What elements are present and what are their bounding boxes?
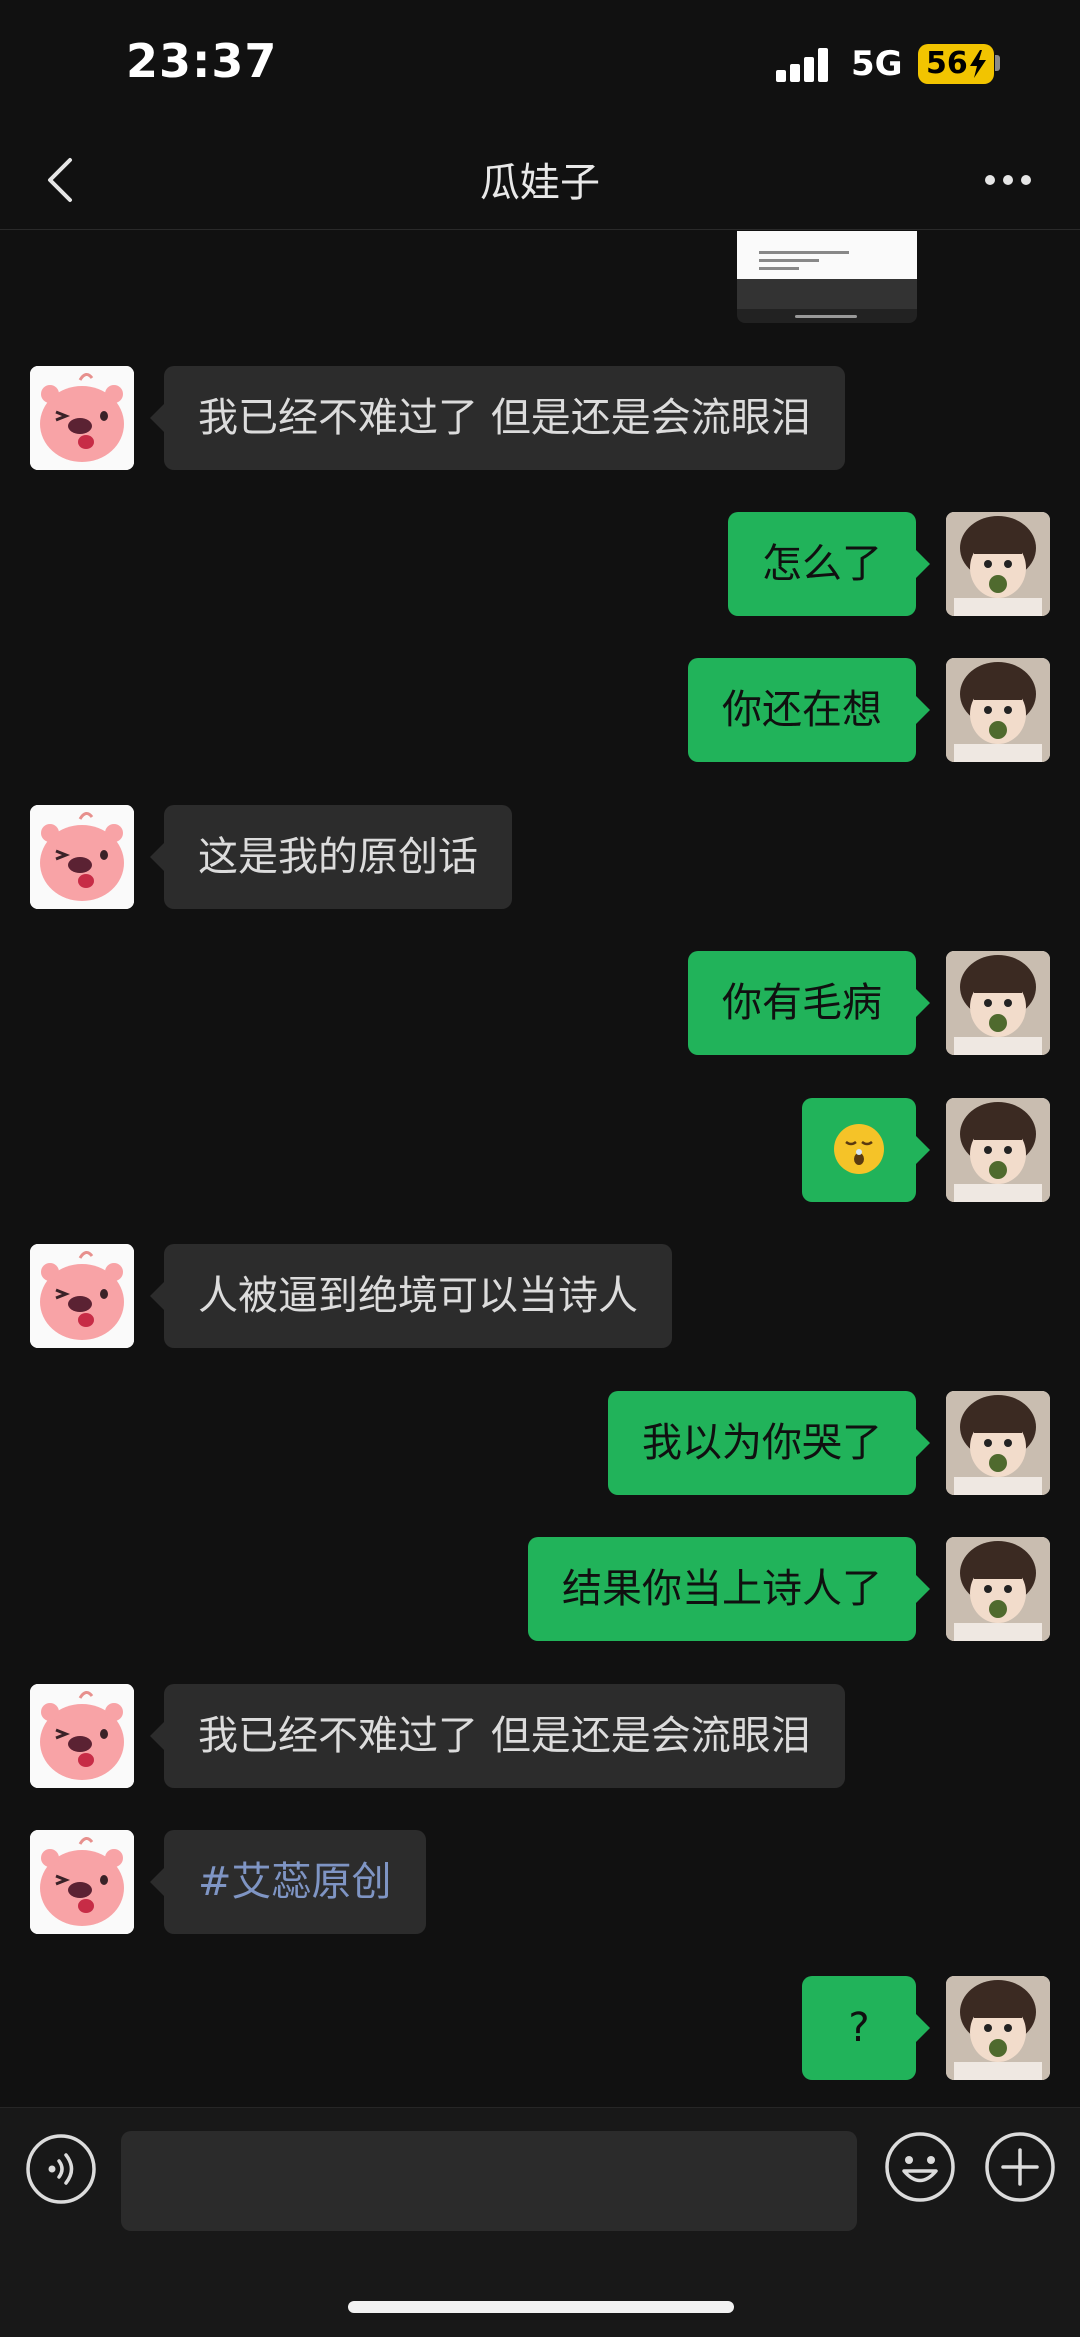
battery-level: 56	[926, 46, 968, 81]
plus-icon	[985, 2132, 1055, 2202]
nav-bar: 瓜娃子	[0, 130, 1080, 230]
emoji-button[interactable]	[883, 2130, 957, 2204]
message-row: ?	[0, 1976, 1080, 2080]
message-bubble[interactable]: 你有毛病	[688, 951, 930, 1055]
child-photo-avatar-icon	[946, 512, 1050, 616]
message-row	[0, 1098, 1080, 1202]
avatar[interactable]	[946, 1098, 1050, 1202]
avatar[interactable]	[946, 951, 1050, 1055]
message-bubble[interactable]	[802, 1098, 930, 1202]
avatar[interactable]	[946, 1976, 1050, 2080]
image-thumbnail	[737, 231, 917, 279]
signal-icon	[776, 48, 832, 82]
avatar[interactable]	[30, 1244, 134, 1348]
child-photo-avatar-icon	[946, 1391, 1050, 1495]
message-row: 你有毛病	[0, 951, 1080, 1055]
message-input[interactable]	[121, 2131, 857, 2231]
voice-button[interactable]	[24, 2132, 98, 2206]
message-row: 我已经不难过了 但是还是会流眼泪	[0, 366, 1080, 470]
chat-title: 瓜娃子	[480, 160, 600, 206]
message-row: 你还在想	[0, 658, 1080, 762]
avatar[interactable]	[30, 1684, 134, 1788]
status-bar: 23:37 5G 56	[0, 0, 1080, 130]
avatar[interactable]	[946, 512, 1050, 616]
message-bubble[interactable]: 结果你当上诗人了	[528, 1537, 930, 1641]
ellipsis-icon	[985, 175, 1031, 185]
child-photo-avatar-icon	[946, 1537, 1050, 1641]
avatar[interactable]	[30, 366, 134, 470]
charging-bolt-icon	[970, 50, 986, 78]
message-row: 这是我的原创话	[0, 805, 1080, 909]
message-bubble[interactable]: 你还在想	[688, 658, 930, 762]
pink-beaver-avatar-icon	[30, 1830, 134, 1934]
avatar[interactable]	[946, 1537, 1050, 1641]
message-bubble[interactable]: 我已经不难过了 但是还是会流眼泪	[150, 1684, 845, 1788]
avatar[interactable]	[30, 805, 134, 909]
message-bubble[interactable]: 我已经不难过了 但是还是会流眼泪	[150, 366, 845, 470]
message-row: 结果你当上诗人了	[0, 1537, 1080, 1641]
message-row: 我以为你哭了	[0, 1391, 1080, 1495]
message-list[interactable]: 我已经不难过了 但是还是会流眼泪 怎么了 你还在想 这是我的原创话 你有毛病 人…	[0, 231, 1080, 2107]
message-bubble[interactable]: 怎么了	[728, 512, 930, 616]
smiley-icon	[885, 2132, 955, 2202]
message-row: 人被逼到绝境可以当诗人	[0, 1244, 1080, 1348]
pink-beaver-avatar-icon	[30, 1244, 134, 1348]
child-photo-avatar-icon	[946, 658, 1050, 762]
child-photo-avatar-icon	[946, 951, 1050, 1055]
pink-beaver-avatar-icon	[30, 366, 134, 470]
message-bubble[interactable]: 这是我的原创话	[150, 805, 512, 909]
message-row: 怎么了	[0, 512, 1080, 616]
more-button[interactable]	[980, 160, 1040, 200]
sleepy-face-emoji-icon	[834, 1124, 884, 1174]
child-photo-avatar-icon	[946, 1098, 1050, 1202]
hashtag-message-bubble[interactable]: #艾蕊原创	[150, 1830, 426, 1934]
message-row: 我已经不难过了 但是还是会流眼泪	[0, 1684, 1080, 1788]
message-bubble[interactable]: 我以为你哭了	[608, 1391, 930, 1495]
avatar[interactable]	[946, 658, 1050, 762]
avatar[interactable]	[30, 1830, 134, 1934]
image-message[interactable]	[737, 231, 917, 323]
message-row: #艾蕊原创	[0, 1830, 1080, 1934]
voice-icon	[26, 2134, 96, 2204]
message-bubble[interactable]: 人被逼到绝境可以当诗人	[150, 1244, 672, 1348]
battery-cap	[995, 55, 1000, 71]
status-time: 23:37	[126, 34, 278, 88]
pink-beaver-avatar-icon	[30, 1684, 134, 1788]
battery-icon: 56	[918, 44, 994, 84]
plus-button[interactable]	[983, 2130, 1057, 2204]
home-indicator	[348, 2301, 734, 2313]
pink-beaver-avatar-icon	[30, 805, 134, 909]
message-bubble[interactable]: ?	[802, 1976, 930, 2080]
avatar[interactable]	[946, 1391, 1050, 1495]
child-photo-avatar-icon	[946, 1976, 1050, 2080]
network-type: 5G	[851, 44, 903, 84]
